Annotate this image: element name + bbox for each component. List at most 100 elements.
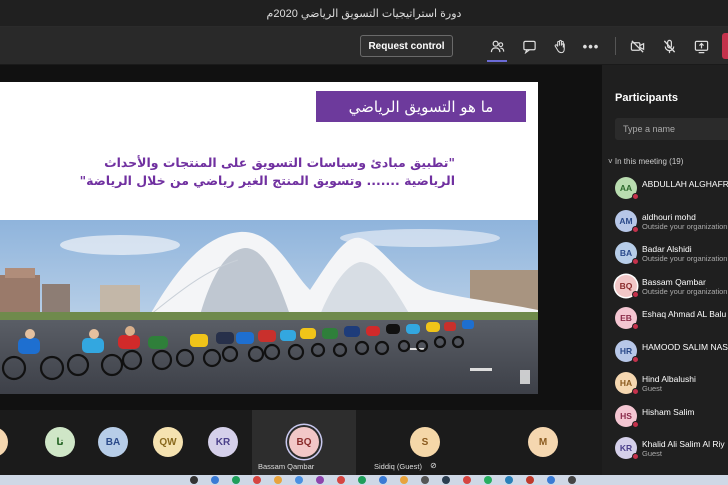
chevron-down-icon: ˅: [608, 157, 613, 166]
share-screen-icon[interactable]: [692, 37, 710, 55]
avatar: S: [410, 427, 440, 457]
presence-status-icon: [632, 193, 639, 200]
avatar-initials: BA: [105, 436, 121, 448]
presence-status-icon: [632, 453, 639, 460]
leave-icon[interactable]: [722, 33, 728, 59]
taskbar-app-icon[interactable]: [568, 476, 576, 484]
avatar-initials: AA: [619, 183, 633, 193]
video-tile[interactable]: KR: [203, 410, 251, 475]
presence-status-icon: [632, 388, 639, 395]
presentation-slide: ما هو التسويق الرياضي "تطبيق مبادئ وسياس…: [0, 82, 538, 394]
avatar-initials: S: [421, 436, 429, 448]
taskbar-app-icon[interactable]: [316, 476, 324, 484]
avatar: M: [528, 427, 558, 457]
in-meeting-section-header[interactable]: ˅ In this meeting (19): [608, 157, 683, 166]
window-title: دورة استراتيجيات التسويق الرياضي 2020م: [266, 7, 462, 20]
slide-line-1: "تطبيق مبادئ وسياسات التسويق على المنتجا…: [104, 155, 455, 170]
participant-row[interactable]: AA ABDULLAH ALGHAFR: [615, 177, 728, 205]
mic-off-icon[interactable]: [660, 37, 678, 55]
taskbar-app-icon[interactable]: [232, 476, 240, 484]
participant-row[interactable]: HS Hisham Salim: [615, 404, 728, 433]
cycling-race-photo: [0, 220, 538, 394]
taskbar-app-icon[interactable]: [358, 476, 366, 484]
avatar: KR: [208, 427, 238, 457]
avatar-initials: KR: [619, 443, 633, 453]
raise-hand-icon[interactable]: [551, 37, 569, 55]
participant-name: Hisham Salim: [642, 406, 695, 417]
taskbar-app-icon[interactable]: [379, 476, 387, 484]
participant-subtitle: Guest: [642, 384, 663, 393]
taskbar-app-icon[interactable]: [274, 476, 282, 484]
video-tile[interactable]: M: [484, 410, 602, 475]
avatar: HS: [615, 404, 639, 428]
taskbar-app-icon[interactable]: [295, 476, 303, 484]
avatar-initials: KR: [215, 436, 231, 448]
taskbar-app-icon[interactable]: [505, 476, 513, 484]
avatar-initials: HS: [620, 410, 632, 421]
participant-name: Bassam Qambar: [642, 276, 706, 287]
avatar: BQ: [615, 274, 639, 298]
participant-name: ABDULLAH ALGHAFR: [642, 179, 728, 189]
participants-icon[interactable]: [488, 37, 506, 55]
camera-off-icon[interactable]: [628, 37, 646, 55]
taskbar-app-icon[interactable]: [253, 476, 261, 484]
avatar-initials: BQ: [619, 280, 633, 291]
taskbar-app-icon[interactable]: [442, 476, 450, 484]
avatar: BA: [615, 242, 639, 265]
participant-row[interactable]: BQ Bassam Qambar Outside your organization: [615, 274, 728, 303]
avatar: AM: [615, 209, 639, 233]
slide-body: "تطبيق مبادئ وسياسات التسويق على المنتجا…: [60, 154, 455, 190]
presence-status-icon: [632, 290, 639, 298]
video-gallery: س تا BA QW KR BQ Bassam Qambar S Siddiq (Guest) ⊘…: [0, 410, 602, 475]
avatar-initials: BQ: [296, 436, 312, 448]
presence-status-icon: [632, 323, 639, 330]
participant-subtitle: Guest: [642, 449, 663, 458]
avatar-initials: تا: [56, 436, 64, 448]
taskbar-app-icon[interactable]: [547, 476, 555, 484]
video-tile[interactable]: S Siddiq (Guest) ⊘: [356, 410, 484, 475]
participant-search-input[interactable]: Type a name: [615, 118, 728, 140]
taskbar-app-icon[interactable]: [421, 476, 429, 484]
taskbar-app-icon[interactable]: [526, 476, 534, 484]
taskbar-app-icon[interactable]: [484, 476, 492, 484]
taskbar-app-icon[interactable]: [211, 476, 219, 484]
participant-subtitle: Outside your organization: [642, 221, 728, 231]
video-tile[interactable]: BQ Bassam Qambar: [252, 410, 356, 475]
participant-name: Hind Albalushi: [642, 374, 696, 384]
participant-row[interactable]: KR Khalid Ali Salim Al Riy Guest: [615, 437, 728, 465]
avatar-initials: EB: [620, 313, 632, 323]
taskbar-app-icon[interactable]: [190, 476, 198, 484]
avatar: KR: [615, 437, 639, 460]
avatar-initials: HR: [619, 345, 633, 356]
avatar: HA: [615, 372, 639, 395]
taskbar-app-icon[interactable]: [337, 476, 345, 484]
participant-name: HAMOOD SALIM NAS: [642, 341, 728, 352]
avatar: HR: [615, 339, 639, 363]
request-control-button[interactable]: Request control: [360, 35, 453, 57]
more-options-icon[interactable]: •••: [582, 37, 600, 55]
participant-row[interactable]: AM aldhouri mohd Outside your organization: [615, 209, 728, 238]
taskbar-app-icon[interactable]: [463, 476, 471, 484]
video-tile[interactable]: BA: [95, 410, 140, 475]
presence-status-icon: [632, 258, 639, 265]
video-tile[interactable]: QW: [150, 410, 190, 475]
participant-row[interactable]: HA Hind Albalushi Guest: [615, 372, 728, 400]
toolbar-divider: [615, 37, 616, 55]
participant-row[interactable]: HR HAMOOD SALIM NAS: [615, 339, 728, 368]
participant-subtitle: Outside your organization: [642, 254, 728, 263]
avatar-initials: QW: [159, 436, 177, 448]
video-tile[interactable]: تا: [40, 410, 80, 475]
participant-row[interactable]: EB Eshaq Ahmad AL Balu: [615, 307, 728, 335]
avatar-initials: HA: [619, 378, 633, 388]
slide-line-2: الرياضية ....... وتسويق المنتج الغير ريا…: [79, 173, 455, 188]
video-tile[interactable]: س: [0, 410, 26, 475]
avatar: AA: [615, 177, 639, 200]
participants-title: Participants: [615, 92, 678, 104]
presence-status-icon: [632, 355, 639, 363]
avatar-initials: AM: [619, 215, 633, 226]
avatar: تا: [45, 427, 75, 457]
chat-icon[interactable]: [520, 37, 538, 55]
participant-row[interactable]: BA Badar Alshidi Outside your organization: [615, 242, 728, 270]
taskbar-app-icon[interactable]: [400, 476, 408, 484]
participant-subtitle: Outside your organization: [642, 286, 728, 296]
